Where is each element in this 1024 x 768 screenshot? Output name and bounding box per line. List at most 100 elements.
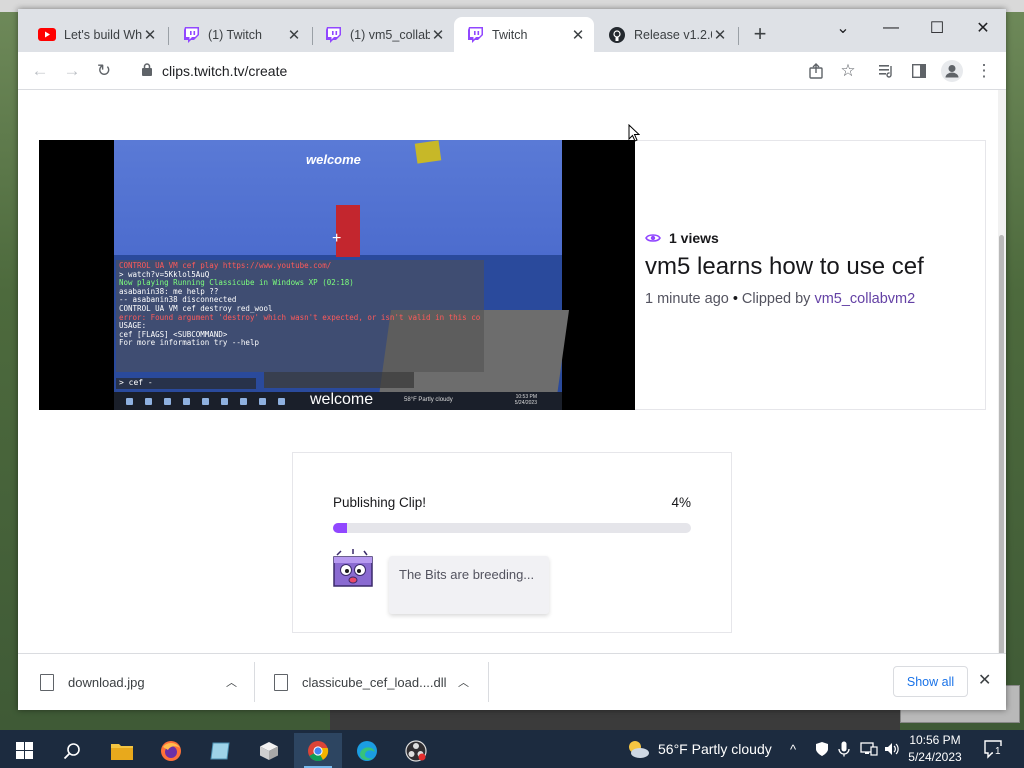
chat-line: asabanin38: me help ?? [119, 287, 219, 296]
chat-line: error: Found argument 'destroy' which wa… [119, 313, 481, 322]
folder-icon [111, 743, 133, 760]
video-app-icon [145, 397, 152, 405]
download-filename: download.jpg [68, 674, 145, 690]
minimize-button[interactable]: — [868, 13, 914, 43]
chat-line: > watch?v=5Kklol5AuQ [119, 270, 210, 279]
crosshair-icon: + [332, 230, 342, 247]
views-row: 1 views [645, 230, 985, 246]
video-app-icon [278, 397, 285, 405]
image-file-icon [40, 673, 54, 691]
publishing-card: Publishing Clip! 4% The Bits are breedin… [292, 452, 732, 633]
video-app-icon [183, 397, 190, 405]
publishing-percent: 4% [671, 495, 691, 510]
tab-twitch-active[interactable]: Twitch ✕ [454, 17, 594, 52]
github-icon [608, 26, 626, 44]
defender-icon[interactable] [814, 730, 830, 768]
close-tab-icon[interactable]: ✕ [142, 27, 158, 44]
forward-arrow-icon[interactable]: → [58, 57, 86, 85]
download-shelf: download.jpg ︿ classicube_cef_load....dl… [18, 653, 1006, 710]
tab-github[interactable]: Release v1.2.0 ✕ [596, 17, 736, 52]
windows-taskbar: 56°F Partly cloudy ^ 10:56 PM 5/24/2023 … [0, 730, 1024, 768]
close-tab-icon[interactable]: ✕ [430, 27, 446, 44]
download-item-2[interactable]: classicube_cef_load....dll ︿ [274, 654, 486, 710]
document-app-icon [210, 742, 230, 759]
page-scrollbar[interactable] [998, 90, 1006, 653]
address-bar[interactable]: clips.twitch.tv/create [134, 57, 874, 85]
tab-twitch-1[interactable]: (1) Twitch ✕ [170, 17, 310, 52]
chat-line: CONTROL UA VM cef play https://www.youtu… [119, 262, 332, 270]
file-explorer-button[interactable] [98, 733, 146, 768]
close-tab-icon[interactable]: ✕ [712, 27, 728, 44]
tab-label: Release v1.2.0 [634, 27, 712, 42]
tab-label: (1) Twitch [208, 27, 262, 42]
game-hotbar [264, 372, 414, 388]
close-tab-icon[interactable]: ✕ [286, 27, 302, 44]
mouse-cursor-icon [628, 124, 640, 142]
tab-separator [738, 27, 739, 45]
clip-title: vm5 learns how to use cef [645, 253, 924, 280]
cube-icon [260, 741, 278, 760]
media-control-icon[interactable] [873, 57, 901, 85]
tab-youtube[interactable]: Let's build Wh ✕ [26, 17, 166, 52]
clip-info: 1 views vm5 learns how to use cef 1 minu… [645, 230, 985, 307]
show-all-button[interactable]: Show all [893, 666, 968, 697]
tab-twitch-2[interactable]: (1) vm5_collab ✕ [312, 17, 454, 52]
download-separator [254, 662, 255, 702]
back-arrow-icon[interactable]: ← [26, 57, 54, 85]
partly-cloudy-icon [629, 741, 649, 758]
classicube-button[interactable] [245, 733, 293, 768]
new-tab-button[interactable]: + [748, 23, 772, 47]
microphone-icon[interactable] [838, 730, 850, 768]
twitch-icon [324, 26, 342, 44]
video-weather: 58°F Partly cloudy [404, 397, 453, 403]
volume-icon[interactable] [884, 730, 900, 768]
scrollbar-thumb[interactable] [999, 235, 1004, 653]
twitch-icon [182, 26, 200, 44]
firefox-button[interactable] [147, 733, 195, 768]
close-window-button[interactable]: ✕ [960, 13, 1006, 43]
notification-center-icon[interactable]: 1 [983, 730, 1003, 768]
edge-button[interactable] [343, 733, 391, 768]
profile-avatar-icon[interactable] [938, 57, 966, 85]
close-tab-icon[interactable]: ✕ [570, 27, 586, 44]
close-shelf-icon[interactable]: ✕ [978, 670, 991, 690]
game-command-input: > cef - [116, 378, 256, 389]
obs-record-icon [405, 739, 427, 762]
video-frame: welcome + CONTROL UA VM cef play https:/… [114, 140, 570, 410]
chat-line: -- asabanin38 disconnected [119, 296, 237, 305]
chevron-up-icon[interactable]: ︿ [458, 674, 469, 690]
browser-toolbar: ← → ↻ clips.twitch.tv/create ☆ ⋮ [18, 52, 1006, 90]
download-item-1[interactable]: download.jpg ︿ [40, 654, 252, 710]
game-welcome-text: welcome [306, 152, 361, 167]
bookmark-star-icon[interactable]: ☆ [834, 57, 862, 85]
show-hidden-icons-button[interactable]: ^ [790, 730, 796, 768]
menu-kebab-icon[interactable]: ⋮ [970, 57, 998, 85]
side-panel-icon[interactable] [905, 57, 933, 85]
chevron-up-icon[interactable]: ︿ [226, 674, 237, 690]
obs-button[interactable] [392, 733, 440, 768]
search-icon [63, 742, 80, 759]
tab-search-icon[interactable]: ⌄ [820, 13, 866, 43]
maximize-button[interactable]: ☐ [914, 13, 960, 43]
video-taskbar: welcome 58°F Partly cloudy 10:53 PM 5/24/… [114, 391, 562, 410]
clipped-by-user-link[interactable]: vm5_collabvm2 [814, 291, 915, 307]
search-button[interactable] [48, 733, 96, 768]
download-separator [488, 662, 489, 702]
clip-video-player[interactable]: welcome + CONTROL UA VM cef play https:/… [39, 140, 635, 410]
edge-icon [357, 740, 377, 761]
notes-app-button[interactable] [196, 733, 244, 768]
network-icon[interactable] [860, 730, 878, 768]
progress-fill [333, 523, 348, 533]
publishing-progress-bar [333, 523, 691, 533]
reload-icon[interactable]: ↻ [90, 57, 118, 85]
browser-window: Let's build Wh ✕ (1) Twitch ✕ (1) vm5_co… [18, 9, 1006, 710]
clock-date: 5/24/2023 [908, 750, 962, 764]
start-button[interactable] [0, 733, 48, 768]
share-icon[interactable] [802, 57, 830, 85]
url-text: clips.twitch.tv/create [162, 63, 288, 79]
chrome-button[interactable] [294, 733, 342, 768]
publishing-message-bubble: The Bits are breeding... [389, 556, 549, 614]
weather-widget[interactable]: 56°F Partly cloudy [626, 730, 772, 768]
taskbar-clock[interactable]: 10:56 PM 5/24/2023 [900, 732, 970, 766]
clock-time: 10:56 PM [909, 733, 961, 747]
